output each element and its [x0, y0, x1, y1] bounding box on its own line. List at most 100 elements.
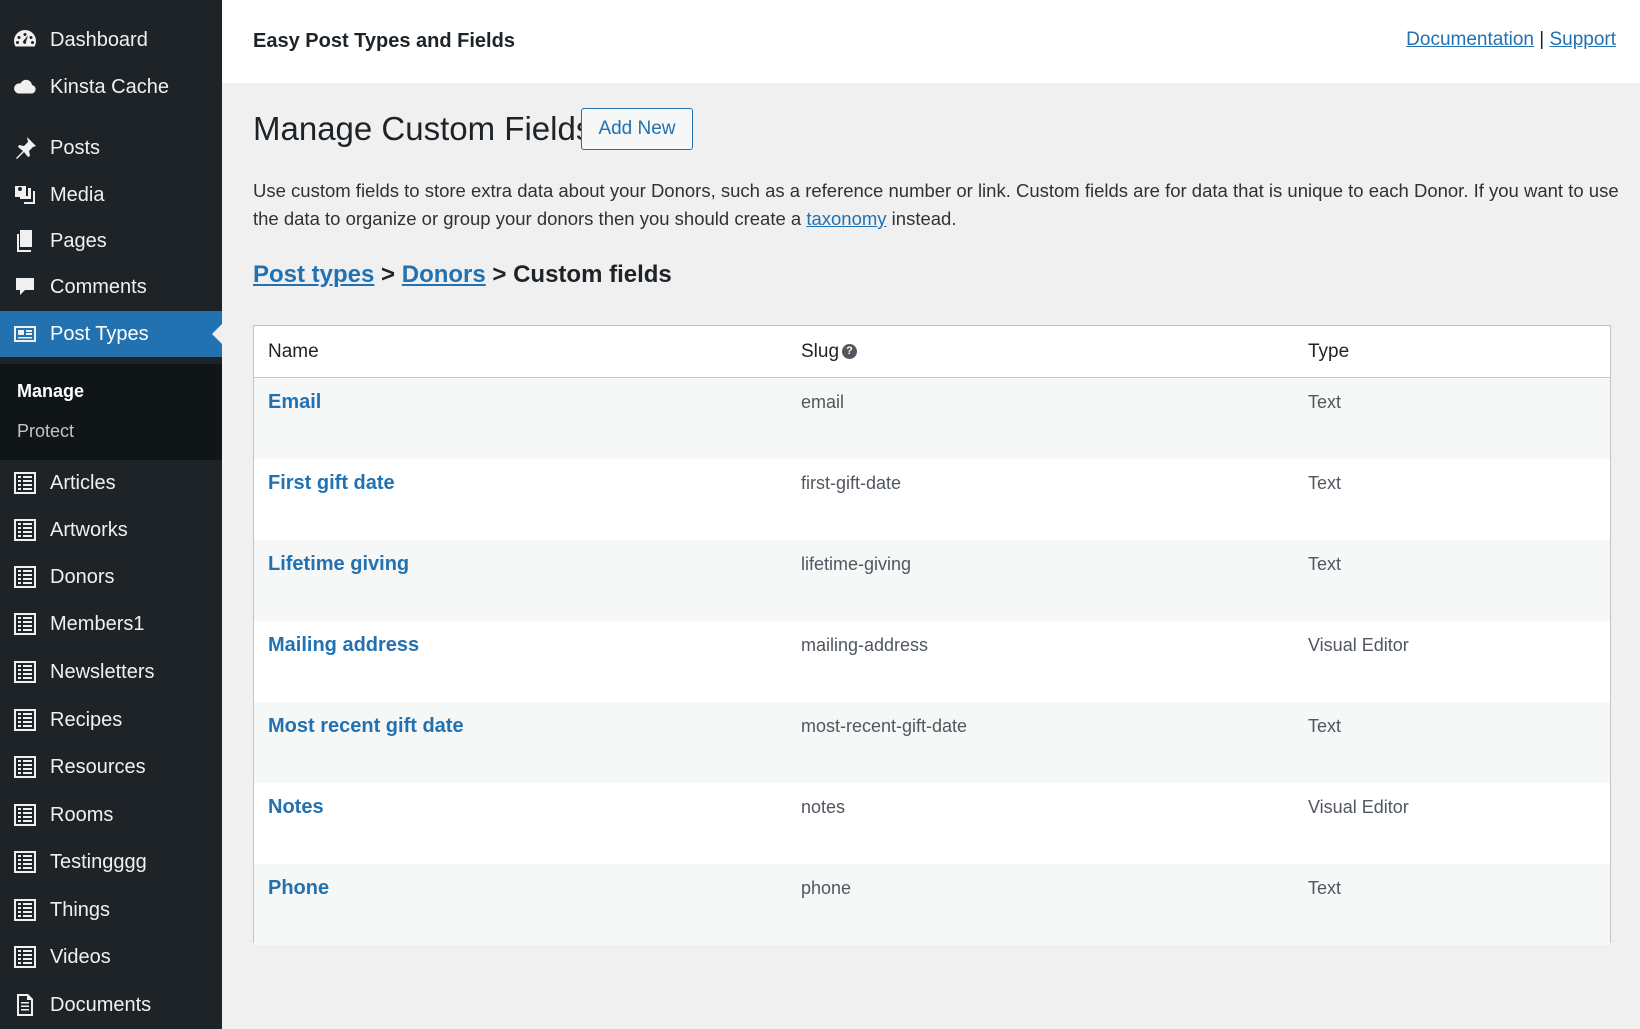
menu-label: Artworks [50, 518, 128, 541]
column-header-slug-label: Slug [801, 341, 840, 362]
field-name-link[interactable]: Phone [268, 877, 329, 900]
menu-label: Newsletters [50, 660, 155, 683]
menu-label: Donors [50, 565, 115, 588]
field-name-link[interactable]: First gift date [268, 472, 395, 495]
menu-item-posts[interactable]: Posts [0, 125, 222, 171]
menu-item-artworks[interactable]: Artworks [0, 507, 222, 553]
column-header-slug: Slug? [801, 341, 858, 363]
submenu-item-manage[interactable]: Manage [17, 381, 84, 402]
field-type: Visual Editor [1308, 635, 1409, 655]
list-icon [12, 659, 38, 685]
list-icon [12, 564, 38, 590]
menu-label: Members1 [50, 612, 145, 635]
table-row: First gift date first-gift-date Text [254, 459, 1610, 540]
field-slug: lifetime-giving [801, 554, 912, 574]
menu-item-pages[interactable]: Pages [0, 218, 222, 264]
page-title: Manage Custom Fields [253, 110, 593, 147]
media-icon [12, 182, 38, 208]
menu-item-testingggg[interactable]: Testingggg [0, 839, 222, 885]
menu-item-kinsta-cache[interactable]: Kinsta Cache [0, 64, 222, 110]
link-separator: | [1539, 29, 1545, 50]
menu-item-things[interactable]: Things [0, 887, 222, 933]
list-icon [12, 897, 38, 923]
breadcrumb-post-types[interactable]: Post types [253, 261, 374, 288]
field-name-link[interactable]: Email [268, 391, 321, 414]
list-icon [12, 849, 38, 875]
menu-label: Things [50, 898, 111, 921]
breadcrumb-current: Custom fields [513, 261, 672, 288]
main-content: Manage Custom Fields Add New Use custom … [222, 83, 1640, 1029]
submenu-item-protect[interactable]: Protect [17, 421, 74, 442]
menu-label: Media [50, 183, 105, 206]
menu-item-dashboard[interactable]: Dashboard [0, 17, 222, 63]
menu-item-rooms[interactable]: Rooms [0, 792, 222, 838]
menu-item-documents[interactable]: Documents [0, 982, 222, 1028]
menu-item-videos[interactable]: Videos [0, 934, 222, 980]
breadcrumb: Post types > Donors > Custom fields [253, 261, 672, 289]
field-name-link[interactable]: Most recent gift date [268, 715, 464, 738]
list-icon [12, 470, 38, 496]
list-icon [12, 611, 38, 637]
breadcrumb-separator: > [381, 261, 396, 288]
add-new-button[interactable]: Add New [581, 108, 693, 150]
table-header: Name Slug? Type [254, 326, 1610, 378]
table-row: Email email Text [254, 378, 1610, 459]
documentation-link[interactable]: Documentation [1406, 29, 1534, 50]
document-icon [12, 992, 38, 1018]
list-icon [12, 517, 38, 543]
field-name-link[interactable]: Mailing address [268, 634, 419, 657]
column-header-name: Name [268, 341, 319, 362]
field-name-link[interactable]: Notes [268, 796, 324, 819]
field-name-link[interactable]: Lifetime giving [268, 553, 409, 576]
field-type: Text [1308, 392, 1342, 412]
post-types-submenu: Manage Protect [0, 364, 222, 460]
menu-item-comments[interactable]: Comments [0, 264, 222, 310]
field-type: Text [1308, 716, 1342, 736]
menu-item-post-types[interactable]: Post Types [0, 311, 222, 357]
column-header-type: Type [1308, 341, 1350, 362]
pages-icon [12, 228, 38, 254]
custom-fields-table: Name Slug? Type Email email Text First g… [253, 325, 1611, 945]
plugin-title: Easy Post Types and Fields [253, 30, 515, 52]
menu-item-resources[interactable]: Resources [0, 744, 222, 790]
field-slug: phone [801, 878, 852, 898]
menu-item-articles[interactable]: Articles [0, 460, 222, 506]
menu-label: Dashboard [50, 28, 148, 51]
pin-icon [12, 135, 38, 161]
menu-label: Pages [50, 229, 107, 252]
breadcrumb-donors[interactable]: Donors [402, 261, 486, 288]
menu-label: Posts [50, 136, 101, 159]
intro-text-after: instead. [886, 208, 957, 229]
menu-label: Recipes [50, 708, 123, 731]
cloud-icon [12, 74, 38, 100]
menu-label: Kinsta Cache [50, 75, 169, 98]
menu-item-donors[interactable]: Donors [0, 554, 222, 600]
menu-item-recipes[interactable]: Recipes [0, 697, 222, 743]
menu-item-newsletters[interactable]: Newsletters [0, 649, 222, 695]
taxonomy-link[interactable]: taxonomy [806, 208, 886, 229]
table-row: Notes notes Visual Editor [254, 783, 1610, 864]
list-icon [12, 754, 38, 780]
support-link[interactable]: Support [1549, 29, 1616, 50]
table-row: Most recent gift date most-recent-gift-d… [254, 702, 1610, 783]
table-row: Mailing address mailing-address Visual E… [254, 621, 1610, 702]
field-slug: most-recent-gift-date [801, 716, 968, 736]
list-icon [12, 944, 38, 970]
menu-label: Post Types [50, 322, 149, 345]
menu-label: Comments [50, 275, 147, 298]
help-icon[interactable]: ? [842, 344, 858, 360]
menu-item-members1[interactable]: Members1 [0, 601, 222, 647]
field-type: Text [1308, 473, 1342, 493]
menu-label: Resources [50, 755, 146, 778]
list-icon [12, 707, 38, 733]
table-row: Phone phone Text [254, 864, 1610, 945]
breadcrumb-separator: > [492, 261, 507, 288]
intro-text: Use custom fields to store extra data ab… [253, 177, 1623, 233]
menu-item-media[interactable]: Media [0, 172, 222, 218]
menu-label: Documents [50, 993, 152, 1016]
menu-label: Videos [50, 945, 111, 968]
admin-sidebar: Dashboard Kinsta Cache Posts Media Pages… [0, 0, 222, 1029]
field-slug: email [801, 392, 845, 412]
plugin-header: Easy Post Types and Fields Documentation… [222, 0, 1640, 83]
field-type: Visual Editor [1308, 797, 1409, 817]
